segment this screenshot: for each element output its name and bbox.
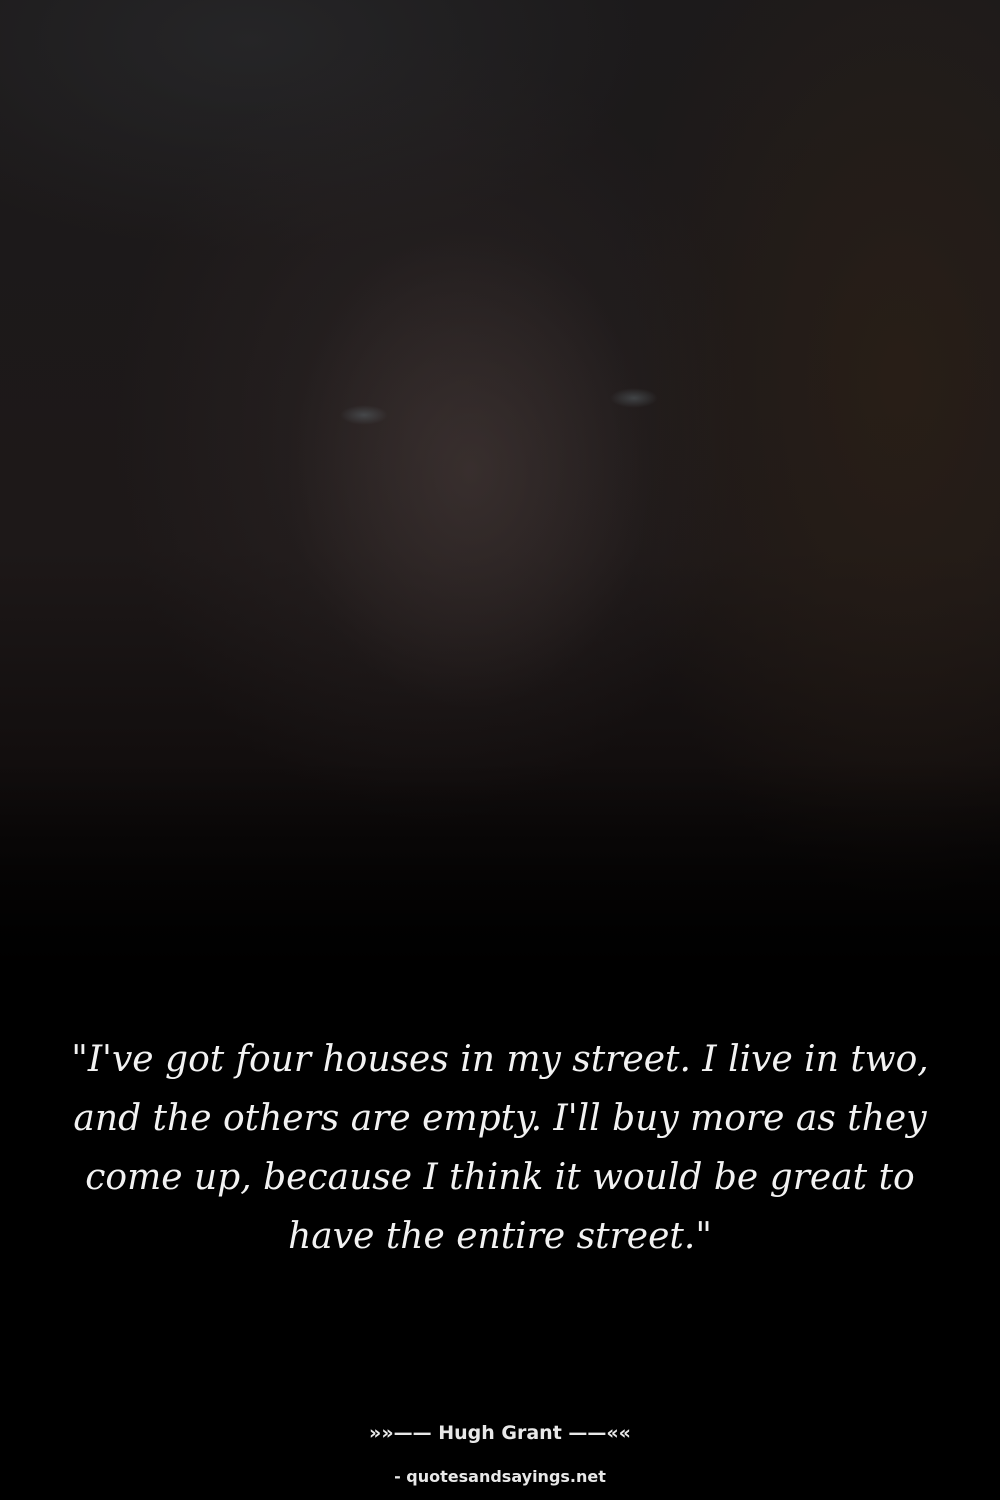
portrait-left-eye [340,405,388,425]
author-attribution: »»—— Hugh Grant ——«« [369,1422,631,1444]
quote-text: "I've got four houses in my street. I li… [71,1039,929,1257]
source-credit: - quotesandsayings.net [394,1467,606,1486]
photo-bottom-fade [0,760,1000,1000]
portrait-right-eye [610,388,658,408]
background-portrait-photo [0,0,1000,1000]
quote-poster: "I've got four houses in my street. I li… [0,0,1000,1500]
